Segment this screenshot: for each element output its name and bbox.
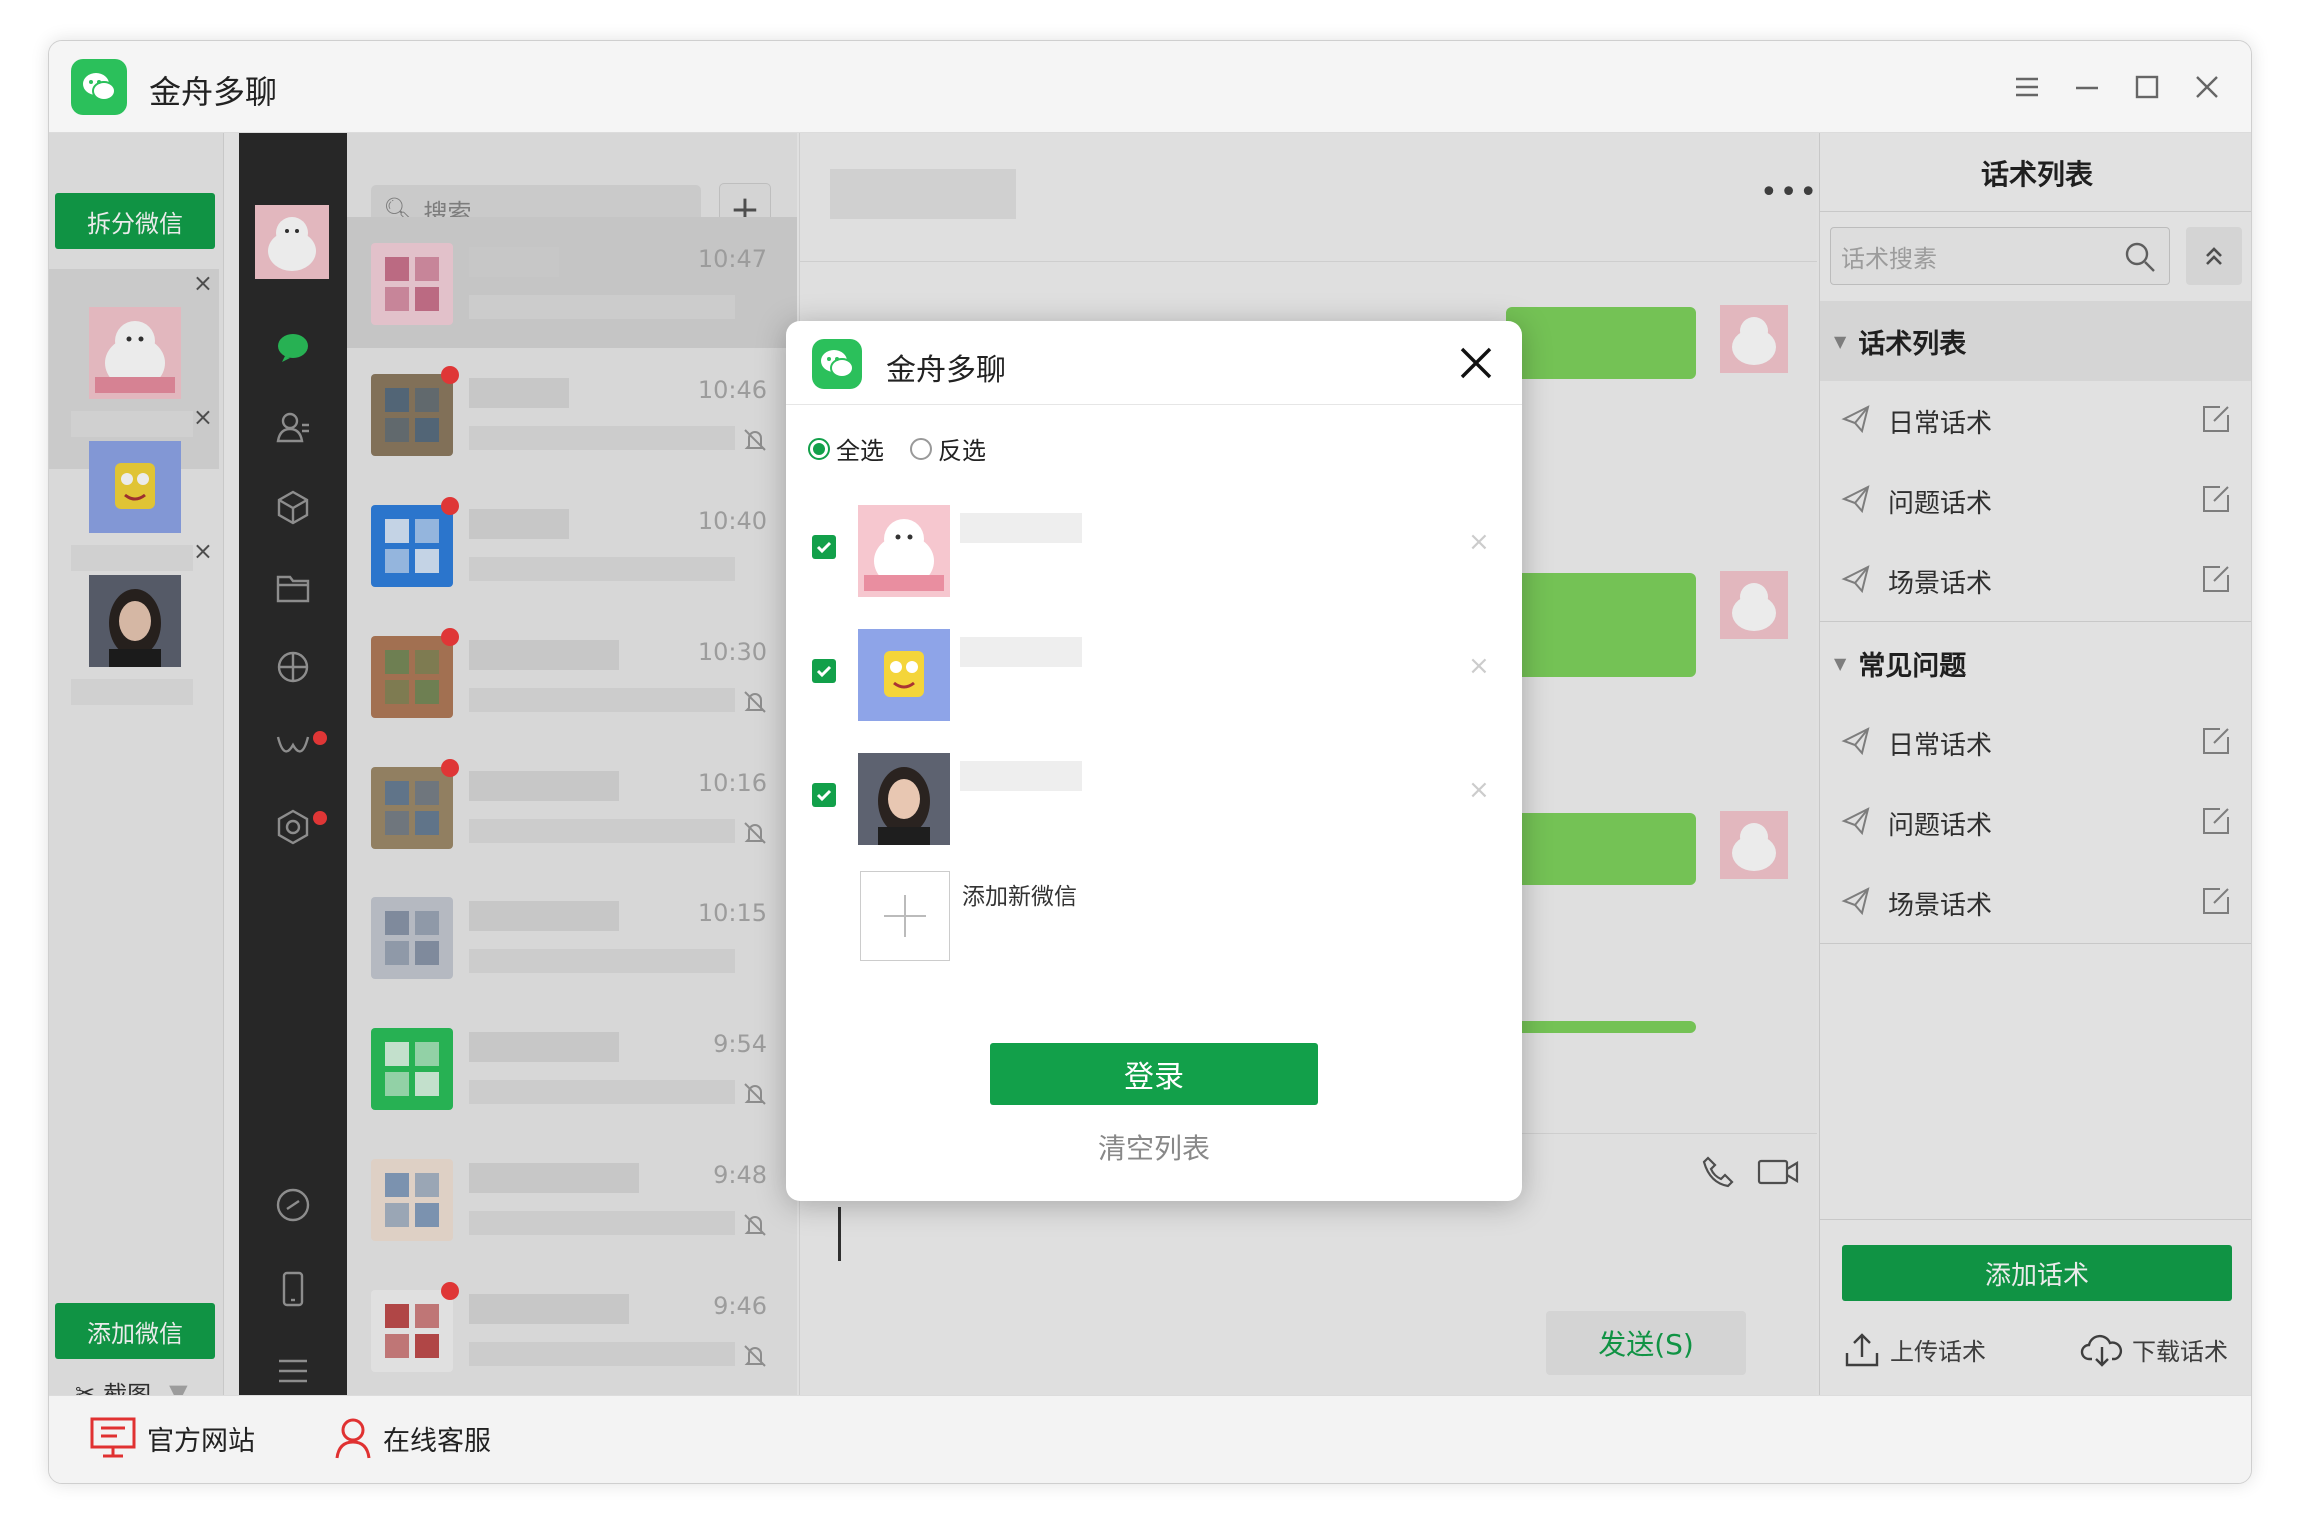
dialog-header: 金舟多聊	[786, 321, 1522, 405]
avatar	[858, 505, 950, 597]
select-all-label: 全选	[836, 437, 884, 465]
account-row[interactable]: ×	[786, 735, 1522, 859]
maximize-icon[interactable]	[2127, 67, 2167, 107]
website-label: 官方网站	[147, 1425, 255, 1457]
online-service-link[interactable]: 在线客服	[333, 1416, 491, 1460]
account-name-placeholder	[960, 513, 1082, 543]
dialog-title: 金舟多聊	[886, 353, 1006, 388]
customer-service-icon	[335, 1418, 371, 1459]
account-name-placeholder	[960, 761, 1082, 791]
official-website-link[interactable]: 官方网站	[89, 1416, 255, 1460]
app-window: 金舟多聊 拆分微信 × × × 添加微信 ✂ 截图 ▼	[48, 40, 2252, 1484]
select-all-radio[interactable]: 全选	[808, 431, 884, 466]
close-icon[interactable]	[2187, 67, 2227, 107]
remove-icon[interactable]: ×	[1468, 527, 1490, 557]
app-logo-icon	[812, 339, 862, 389]
login-button[interactable]: 登录	[990, 1043, 1318, 1105]
menu-icon[interactable]	[2007, 67, 2047, 107]
window-title: 金舟多聊	[149, 73, 278, 111]
account-checkbox[interactable]	[812, 535, 836, 559]
radio-checked	[808, 437, 830, 460]
invert-selection-radio[interactable]: 反选	[910, 431, 986, 466]
login-dialog: 金舟多聊 全选 反选 × × × 添加新微信 登录 清空列表	[786, 321, 1522, 1201]
minimize-icon[interactable]	[2067, 67, 2107, 107]
bottom-bar: 官方网站 在线客服	[49, 1395, 2251, 1483]
add-new-wechat-button[interactable]	[860, 871, 950, 961]
app-logo-icon	[71, 59, 127, 115]
monitor-icon	[90, 1417, 136, 1458]
account-checkbox[interactable]	[812, 659, 836, 683]
remove-icon[interactable]: ×	[1468, 775, 1490, 805]
radio-unchecked	[910, 437, 932, 460]
invert-label: 反选	[938, 437, 986, 465]
avatar	[858, 753, 950, 845]
dialog-close-icon[interactable]	[1456, 343, 1496, 383]
account-checkbox[interactable]	[812, 783, 836, 807]
add-new-wechat-label: 添加新微信	[962, 884, 1077, 910]
account-name-placeholder	[960, 637, 1082, 667]
clear-list-link[interactable]: 清空列表	[786, 1127, 1522, 1167]
service-label: 在线客服	[383, 1425, 491, 1457]
account-row[interactable]: ×	[786, 487, 1522, 611]
remove-icon[interactable]: ×	[1468, 651, 1490, 681]
title-bar: 金舟多聊	[49, 41, 2251, 133]
avatar	[858, 629, 950, 721]
account-row[interactable]: ×	[786, 611, 1522, 735]
plus-icon	[884, 895, 926, 937]
